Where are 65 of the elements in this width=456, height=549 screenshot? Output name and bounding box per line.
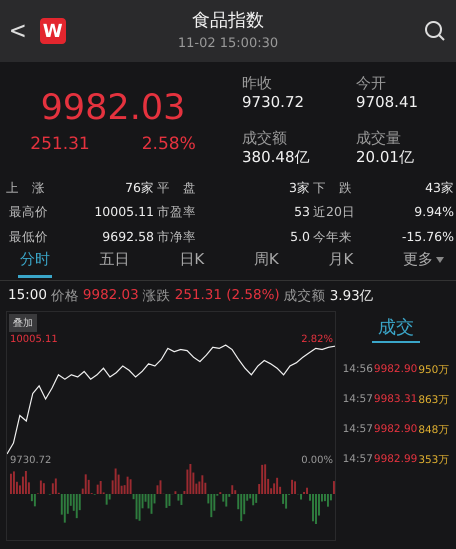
stat-label: 昨收 — [242, 74, 273, 93]
trade-price: 9982.99 — [374, 453, 418, 467]
stat-label: 今开 — [356, 74, 387, 93]
page-title: 食品指数 — [192, 9, 264, 32]
detail-label: 今年来 — [312, 228, 353, 246]
detail-label: 平 盘 — [156, 180, 197, 197]
trades-tab[interactable]: 成交 — [372, 315, 420, 343]
detail-value: -15.76% — [400, 228, 454, 246]
timestamp: 11-02 15:00:30 — [178, 36, 278, 51]
detail-label: 最高价 — [8, 204, 49, 222]
axis-label: 9730.72 — [10, 455, 52, 466]
trade-price: 9982.90 — [374, 363, 418, 377]
trade-time: 14:57 — [342, 393, 373, 407]
percent-change: 2.58% — [142, 134, 196, 154]
info-time: 15:00 — [8, 287, 47, 305]
logo-icon: W — [40, 18, 66, 44]
stat-label: 成交额 — [242, 128, 288, 148]
back-button[interactable]: < — [10, 16, 26, 46]
trade-price: 9983.31 — [374, 393, 418, 407]
detail-label: 最低价 — [8, 228, 49, 246]
stat-value: 380.48亿 — [242, 148, 310, 166]
chart-tab[interactable]: 更多 — [400, 248, 446, 278]
detail-label: 近20日 — [312, 204, 356, 222]
index-price: 9982.03 — [40, 88, 186, 128]
chart-tab[interactable]: 周K — [252, 248, 281, 278]
trade-price: 9982.90 — [374, 423, 418, 437]
trade-time: 14:56 — [342, 363, 373, 377]
detail-label: 市盈率 — [156, 204, 197, 222]
chart-tab[interactable]: 日K — [177, 248, 206, 278]
detail-value: 5.0 — [289, 228, 310, 246]
trade-volume: 848万 — [418, 423, 450, 438]
stat-value: 9730.72 — [242, 93, 306, 111]
overlay-button[interactable]: 叠加 — [9, 314, 37, 332]
stat-label: 成交量 — [356, 128, 402, 148]
search-icon[interactable] — [424, 20, 446, 42]
axis-label: 2.82% — [301, 334, 333, 345]
detail-value: 10005.11 — [93, 204, 154, 222]
chart-tab[interactable]: 五日 — [98, 248, 132, 278]
stat-value: 20.01亿 — [356, 148, 415, 166]
info-value: 251.31 (2.58%) — [174, 287, 280, 305]
info-label: 成交额 — [284, 287, 326, 305]
trade-time: 14:57 — [342, 423, 373, 437]
price-change: 251.31 — [30, 134, 90, 154]
stat-value: 9708.41 — [356, 93, 420, 111]
detail-value: 43家 — [424, 180, 454, 197]
chart-tab[interactable]: 月K — [326, 248, 356, 278]
detail-value: 3家 — [288, 180, 310, 197]
detail-label: 市净率 — [156, 228, 197, 246]
info-label: 涨跌 — [142, 287, 171, 305]
info-label: 价格 — [50, 287, 79, 305]
detail-label: 下 跌 — [312, 180, 353, 197]
trade-volume: 863万 — [418, 393, 450, 408]
detail-value: 9692.58 — [101, 228, 154, 246]
detail-label: 上 涨 — [6, 180, 46, 197]
info-value: 3.93亿 — [330, 287, 374, 305]
trade-volume: 353万 — [418, 453, 450, 468]
trade-time: 14:57 — [342, 453, 373, 467]
chart-tab[interactable]: 分时 — [18, 248, 52, 278]
axis-label: 0.00% — [301, 455, 333, 466]
detail-value: 53 — [293, 204, 310, 222]
axis-label: 10005.11 — [10, 334, 58, 345]
detail-value: 76家 — [124, 180, 154, 197]
detail-value: 9.94% — [413, 204, 454, 222]
trade-volume: 950万 — [418, 363, 450, 378]
info-value: 9982.03 — [82, 287, 139, 305]
